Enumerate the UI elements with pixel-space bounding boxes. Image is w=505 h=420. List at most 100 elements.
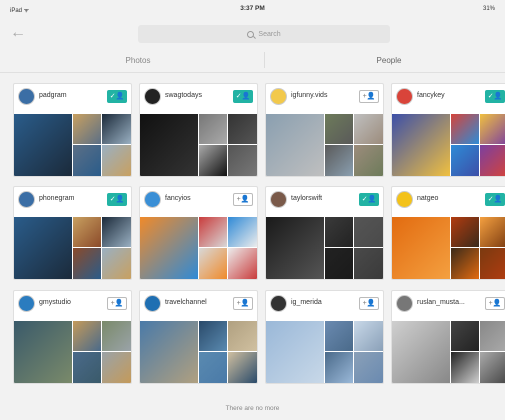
username[interactable]: swagtodays xyxy=(165,92,202,99)
photo-thumbnail[interactable] xyxy=(14,217,72,279)
photo-thumbnail[interactable] xyxy=(451,321,479,351)
user-card[interactable]: taylorswift ✓👤 xyxy=(265,186,384,280)
search-input[interactable]: Search xyxy=(138,25,390,43)
photo-thumbnail[interactable] xyxy=(451,145,479,176)
username[interactable]: ig_merida xyxy=(291,299,322,306)
photo-thumbnail[interactable] xyxy=(266,217,324,279)
user-card[interactable]: travelchannel +👤 xyxy=(139,290,258,384)
photo-thumbnail[interactable] xyxy=(73,114,101,144)
photo-thumbnail[interactable] xyxy=(102,114,131,144)
following-button[interactable]: ✓👤 xyxy=(107,90,127,103)
photo-thumbnail[interactable] xyxy=(325,114,353,144)
photo-thumbnail[interactable] xyxy=(325,248,353,279)
photo-thumbnail[interactable] xyxy=(266,114,324,176)
following-button[interactable]: ✓👤 xyxy=(233,90,253,103)
photo-thumbnail[interactable] xyxy=(480,145,505,176)
user-card[interactable]: fancykey ✓👤 xyxy=(391,83,505,177)
photo-thumbnail[interactable] xyxy=(228,145,257,176)
follow-button[interactable]: +👤 xyxy=(107,297,127,310)
tab-photos[interactable]: Photos xyxy=(12,56,264,65)
photo-thumbnail[interactable] xyxy=(199,248,227,279)
photo-thumbnail[interactable] xyxy=(325,352,353,383)
photo-thumbnail[interactable] xyxy=(451,352,479,383)
photo-thumbnail[interactable] xyxy=(140,114,198,176)
avatar[interactable] xyxy=(270,88,287,105)
photo-thumbnail[interactable] xyxy=(228,352,257,383)
photo-thumbnail[interactable] xyxy=(325,217,353,247)
following-button[interactable]: ✓👤 xyxy=(485,193,505,206)
photo-thumbnail[interactable] xyxy=(228,217,257,247)
photo-thumbnail[interactable] xyxy=(325,145,353,176)
username[interactable]: padgram xyxy=(39,92,67,99)
username[interactable]: travelchannel xyxy=(165,299,207,306)
photo-thumbnail[interactable] xyxy=(102,352,131,383)
photo-thumbnail[interactable] xyxy=(392,217,450,279)
username[interactable]: igfunny.vids xyxy=(291,92,327,99)
user-card[interactable]: ig_merida +👤 xyxy=(265,290,384,384)
photo-thumbnail[interactable] xyxy=(199,321,227,351)
avatar[interactable] xyxy=(270,191,287,208)
follow-button[interactable]: +👤 xyxy=(233,297,253,310)
photo-thumbnail[interactable] xyxy=(199,217,227,247)
following-button[interactable]: ✓👤 xyxy=(107,193,127,206)
avatar[interactable] xyxy=(144,295,161,312)
avatar[interactable] xyxy=(18,191,35,208)
following-button[interactable]: ✓👤 xyxy=(359,193,379,206)
user-card[interactable]: natgeo ✓👤 xyxy=(391,186,505,280)
following-button[interactable]: ✓👤 xyxy=(485,90,505,103)
photo-thumbnail[interactable] xyxy=(73,352,101,383)
avatar[interactable] xyxy=(144,191,161,208)
user-card[interactable]: fancyios +👤 xyxy=(139,186,258,280)
photo-thumbnail[interactable] xyxy=(73,248,101,279)
photo-thumbnail[interactable] xyxy=(325,321,353,351)
avatar[interactable] xyxy=(144,88,161,105)
photo-thumbnail[interactable] xyxy=(480,114,505,144)
avatar[interactable] xyxy=(18,295,35,312)
avatar[interactable] xyxy=(270,295,287,312)
photo-thumbnail[interactable] xyxy=(354,217,383,247)
photo-thumbnail[interactable] xyxy=(480,217,505,247)
username[interactable]: fancyios xyxy=(165,195,191,202)
photo-thumbnail[interactable] xyxy=(199,352,227,383)
user-card[interactable]: swagtodays ✓👤 xyxy=(139,83,258,177)
photo-thumbnail[interactable] xyxy=(199,114,227,144)
photo-thumbnail[interactable] xyxy=(102,217,131,247)
photo-thumbnail[interactable] xyxy=(392,114,450,176)
avatar[interactable] xyxy=(18,88,35,105)
photo-thumbnail[interactable] xyxy=(480,352,505,383)
photo-thumbnail[interactable] xyxy=(228,248,257,279)
follow-button[interactable]: +👤 xyxy=(233,193,253,206)
user-card[interactable]: phonegram ✓👤 xyxy=(13,186,132,280)
username[interactable]: phonegram xyxy=(39,195,74,202)
photo-thumbnail[interactable] xyxy=(392,321,450,383)
photo-thumbnail[interactable] xyxy=(354,248,383,279)
photo-thumbnail[interactable] xyxy=(266,321,324,383)
photo-thumbnail[interactable] xyxy=(102,321,131,351)
username[interactable]: gmystudio xyxy=(39,299,71,306)
photo-thumbnail[interactable] xyxy=(140,217,198,279)
photo-thumbnail[interactable] xyxy=(354,114,383,144)
photo-thumbnail[interactable] xyxy=(73,217,101,247)
avatar[interactable] xyxy=(396,295,413,312)
photo-thumbnail[interactable] xyxy=(199,145,227,176)
username[interactable]: fancykey xyxy=(417,92,445,99)
photo-thumbnail[interactable] xyxy=(228,114,257,144)
photo-thumbnail[interactable] xyxy=(228,321,257,351)
username[interactable]: taylorswift xyxy=(291,195,322,202)
photo-thumbnail[interactable] xyxy=(102,248,131,279)
photo-thumbnail[interactable] xyxy=(480,248,505,279)
follow-button[interactable]: +👤 xyxy=(485,297,505,310)
photo-thumbnail[interactable] xyxy=(102,145,131,176)
photo-thumbnail[interactable] xyxy=(354,321,383,351)
follow-button[interactable]: +👤 xyxy=(359,90,379,103)
avatar[interactable] xyxy=(396,191,413,208)
photo-thumbnail[interactable] xyxy=(140,321,198,383)
username[interactable]: natgeo xyxy=(417,195,438,202)
back-arrow-icon[interactable]: ← xyxy=(10,24,26,42)
photo-thumbnail[interactable] xyxy=(73,321,101,351)
photo-thumbnail[interactable] xyxy=(354,145,383,176)
photo-thumbnail[interactable] xyxy=(14,321,72,383)
photo-thumbnail[interactable] xyxy=(451,114,479,144)
photo-thumbnail[interactable] xyxy=(14,114,72,176)
photo-thumbnail[interactable] xyxy=(451,217,479,247)
